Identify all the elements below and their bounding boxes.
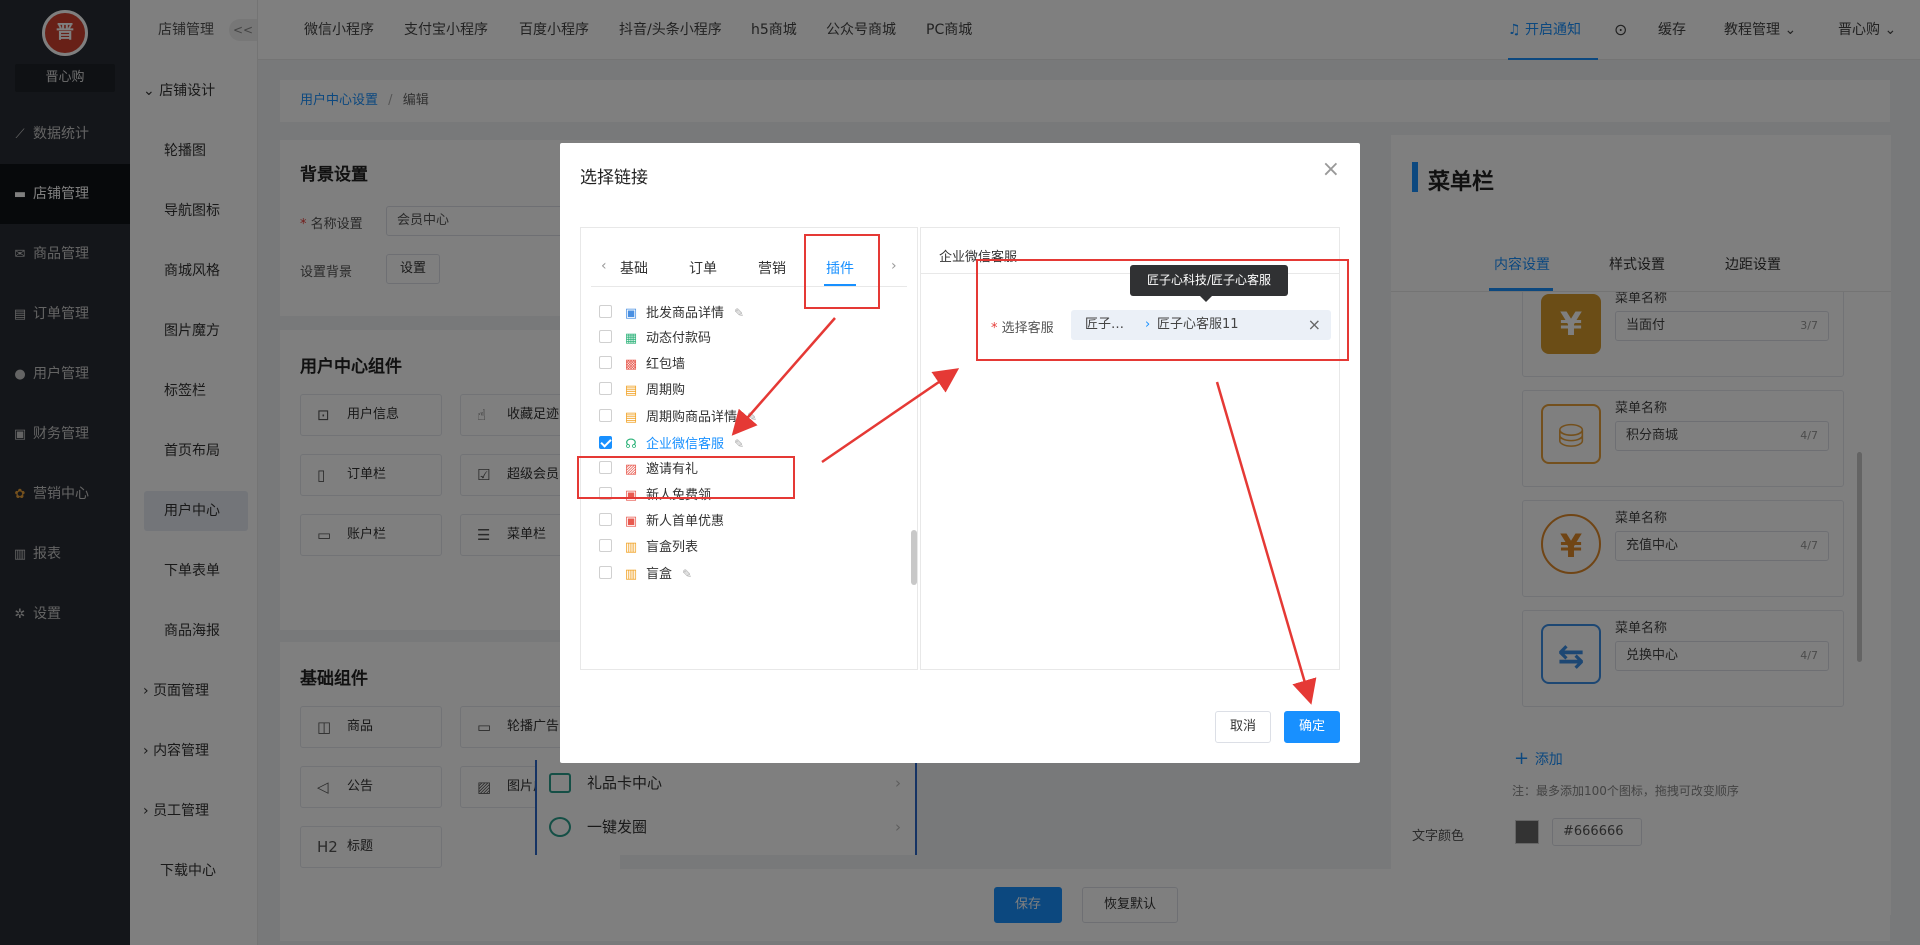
annotation-arrows — [731, 317, 1317, 705]
arrow-to-confirm — [1215, 381, 1317, 705]
arrow-to-select — [821, 368, 960, 464]
arrow-to-item — [731, 317, 836, 436]
